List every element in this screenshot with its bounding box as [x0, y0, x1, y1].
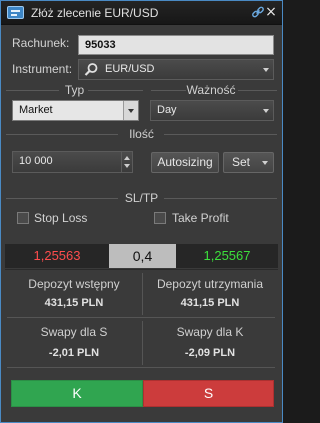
sell-swap-label: Swapy dla S	[40, 325, 108, 339]
take-profit-checkbox[interactable]	[154, 212, 166, 224]
stop-loss-checkbox[interactable]	[17, 212, 29, 224]
buy-swap-label: Swapy dla K	[176, 325, 244, 339]
maintenance-margin-label: Depozyt utrzymania	[156, 277, 264, 291]
buy-swap-box: Swapy dla K -2,09 PLN	[143, 325, 277, 359]
account-field[interactable]: 95033	[78, 35, 274, 55]
maintenance-margin-value: 431,15 PLN	[180, 297, 240, 309]
set-button[interactable]: Set	[223, 152, 274, 173]
set-button-label: Set	[232, 155, 251, 169]
chevron-down-icon	[128, 109, 134, 113]
ask-price[interactable]: 1,25567	[176, 244, 278, 268]
buy-button[interactable]: K	[11, 380, 143, 407]
search-icon	[84, 63, 98, 76]
take-profit-label: Take Profit	[172, 211, 229, 225]
chevron-down-icon	[263, 109, 269, 113]
instrument-select[interactable]: EUR/USD	[78, 59, 274, 80]
bid-price[interactable]: 1,25563	[5, 244, 109, 268]
initial-margin-box: Depozyt wstępny 431,15 PLN	[7, 277, 141, 309]
title-bar[interactable]: Złóż zlecenie EUR/USD ×	[1, 1, 282, 25]
account-label: Rachunek:	[12, 36, 70, 50]
stepper-up-icon[interactable]	[124, 156, 130, 160]
validity-select[interactable]: Day	[150, 100, 274, 121]
instrument-label: Instrument:	[12, 62, 73, 76]
validity-value: Day	[157, 104, 177, 116]
order-type-select[interactable]: Market	[12, 100, 139, 121]
spread-value: 0,4	[109, 244, 176, 268]
window-title: Złóż zlecenie EUR/USD	[31, 6, 159, 20]
section-quantity: Ilość	[6, 127, 277, 141]
initial-margin-value: 431,15 PLN	[44, 297, 104, 309]
buy-swap-value: -2,09 PLN	[184, 347, 236, 359]
app-icon	[7, 6, 24, 19]
initial-margin-label: Depozyt wstępny	[28, 277, 120, 291]
order-type-value: Market	[19, 104, 53, 116]
section-sltp: SL/TP	[6, 191, 277, 205]
stop-loss-label: Stop Loss	[34, 211, 88, 225]
order-window: Złóż zlecenie EUR/USD × Rachunek: 95033 …	[0, 0, 283, 423]
sell-button[interactable]: S	[143, 380, 274, 407]
link-icon[interactable]	[251, 5, 265, 19]
instrument-value: EUR/USD	[105, 63, 155, 75]
stepper-down-icon[interactable]	[124, 164, 130, 168]
sell-swap-value: -2,01 PLN	[48, 347, 100, 359]
quantity-stepper[interactable]: 10 000	[12, 151, 133, 173]
price-strip: 1,25563 0,4 1,25567	[5, 244, 278, 268]
maintenance-margin-box: Depozyt utrzymania 431,15 PLN	[143, 277, 277, 309]
quantity-value: 10 000	[19, 155, 53, 167]
chevron-down-icon	[263, 68, 269, 72]
chevron-down-icon	[262, 161, 268, 165]
section-type-validity: Typ Ważność	[6, 83, 277, 97]
close-icon[interactable]: ×	[264, 4, 278, 20]
sell-swap-box: Swapy dla S -2,01 PLN	[7, 325, 141, 359]
autosizing-button[interactable]: Autosizing	[151, 152, 219, 173]
